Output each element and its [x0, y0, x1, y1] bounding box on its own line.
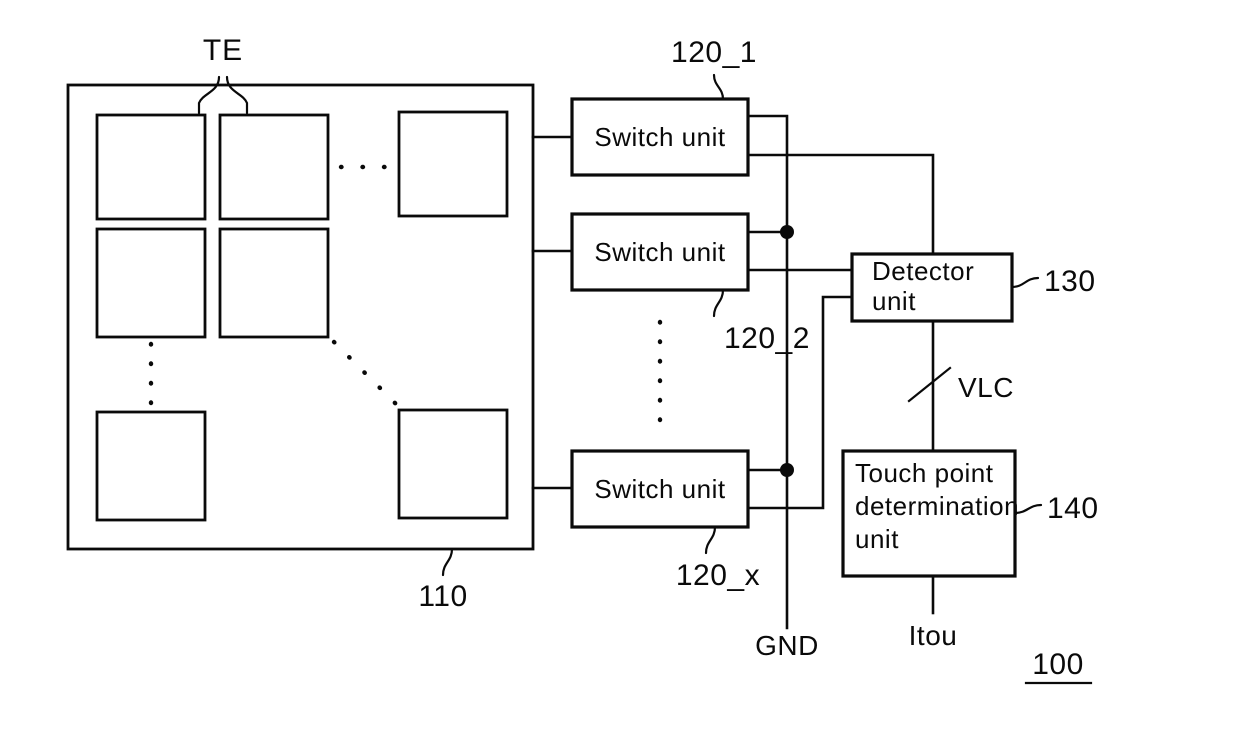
switch-x-ref-leader: [704, 525, 717, 555]
junction-dot-switchx-gnd: [780, 463, 794, 477]
touch-electrode: [218, 227, 330, 339]
touch-electrode: [397, 110, 509, 218]
panel-ref-label: 110: [418, 580, 467, 613]
patent-figure-canvas: TE 110 Switch unit 120_1 Switch unit 120…: [0, 0, 1240, 742]
touchpoint-label-line1: Touch point: [855, 458, 994, 488]
touchpoint-unit-ref: 140: [1047, 492, 1099, 525]
touch-electrode: [95, 227, 207, 339]
detector-ref-leader: [1010, 276, 1040, 289]
touchpoint-label-line3: unit: [855, 524, 899, 554]
switch-2-ref-leader: [712, 288, 725, 318]
switch-unit-1-label: Switch unit: [594, 122, 725, 152]
vlc-bus-slash: [907, 366, 952, 403]
touch-electrode: [218, 113, 330, 221]
wire-switch1-to-detector-top: [746, 153, 935, 256]
switch-unit-1-ref: 120_1: [671, 36, 757, 69]
switch-unit-x-ref: 120_x: [676, 559, 760, 592]
vlc-label: VLC: [958, 372, 1014, 403]
te-label: TE: [203, 34, 243, 67]
touch-electrode: [95, 410, 207, 522]
gnd-label: GND: [755, 630, 819, 661]
switch-unit-x-label: Switch unit: [594, 474, 725, 504]
switch-unit-2-ref: 120_2: [724, 322, 810, 355]
figure-ref-label: 100: [1032, 648, 1084, 681]
detector-unit-label-line1: Detector: [872, 256, 974, 286]
panel-ref-leader: [441, 547, 454, 577]
detector-unit-label-line2: unit: [872, 286, 916, 316]
block-diagram: TE 110 Switch unit 120_1 Switch unit 120…: [66, 34, 1099, 685]
touch-electrode: [397, 408, 509, 520]
itou-label: Itou: [909, 620, 958, 651]
touchpoint-label-line2: determination: [855, 491, 1019, 521]
switch-1-ref-leader: [712, 73, 725, 101]
switch-unit-2-label: Switch unit: [594, 237, 725, 267]
junction-dot-switch2-gnd: [780, 225, 794, 239]
touch-electrode: [95, 113, 207, 221]
detector-unit-ref: 130: [1044, 265, 1096, 298]
wire-switch1-to-gnd-bus: [746, 114, 789, 630]
